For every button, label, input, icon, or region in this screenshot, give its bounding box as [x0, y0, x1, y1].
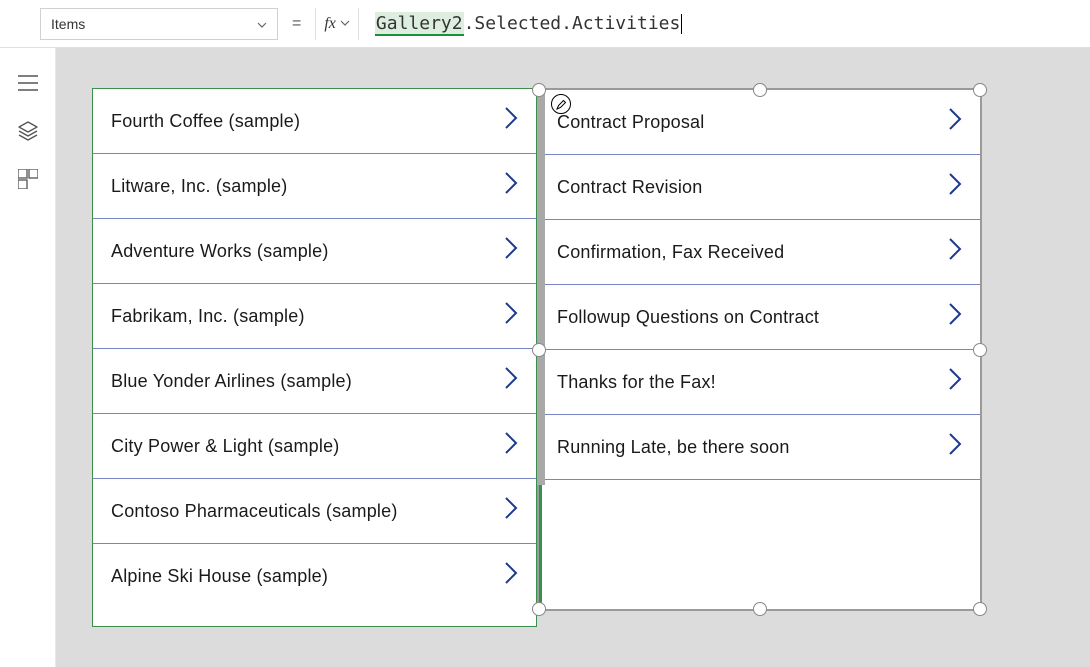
- formula-token: Gallery2: [375, 12, 464, 36]
- resize-handle[interactable]: [532, 83, 546, 97]
- chevron-right-icon[interactable]: [948, 107, 962, 138]
- chevron-right-icon[interactable]: [948, 367, 962, 398]
- chevron-right-icon[interactable]: [504, 561, 518, 592]
- resize-handle[interactable]: [753, 83, 767, 97]
- list-item[interactable]: Alpine Ski House (sample): [93, 544, 536, 609]
- chevron-right-icon[interactable]: [504, 431, 518, 462]
- list-item[interactable]: Contract Proposal: [539, 90, 980, 155]
- list-item-label: Confirmation, Fax Received: [557, 242, 784, 263]
- list-item[interactable]: Litware, Inc. (sample): [93, 154, 536, 219]
- text-caret: [681, 14, 682, 34]
- edit-pencil-icon[interactable]: [551, 94, 571, 114]
- chevron-right-icon[interactable]: [504, 106, 518, 137]
- resize-handle[interactable]: [973, 83, 987, 97]
- resize-handle[interactable]: [532, 343, 546, 357]
- list-item-label: Alpine Ski House (sample): [111, 566, 328, 587]
- list-item[interactable]: Contract Revision: [539, 155, 980, 220]
- hamburger-icon[interactable]: [17, 72, 39, 94]
- chevron-down-icon: [257, 17, 267, 31]
- resize-handle[interactable]: [973, 343, 987, 357]
- chevron-right-icon[interactable]: [948, 432, 962, 463]
- list-item-label: Litware, Inc. (sample): [111, 176, 287, 197]
- list-item-label: Adventure Works (sample): [111, 241, 329, 262]
- list-item-label: Fabrikam, Inc. (sample): [111, 306, 305, 327]
- resize-handle[interactable]: [753, 602, 767, 616]
- list-item[interactable]: Confirmation, Fax Received: [539, 220, 980, 285]
- list-item-label: Contract Revision: [557, 177, 702, 198]
- workspace: Fourth Coffee (sample) Litware, Inc. (sa…: [0, 48, 1090, 667]
- list-item[interactable]: Followup Questions on Contract: [539, 285, 980, 350]
- list-item[interactable]: Fourth Coffee (sample): [93, 89, 536, 154]
- grid-icon[interactable]: [17, 168, 39, 190]
- list-item[interactable]: Adventure Works (sample): [93, 219, 536, 284]
- chevron-right-icon[interactable]: [504, 301, 518, 332]
- formula-input[interactable]: Gallery2.Selected.Activities: [367, 8, 1050, 40]
- list-item[interactable]: Blue Yonder Airlines (sample): [93, 349, 536, 414]
- list-item-label: Fourth Coffee (sample): [111, 111, 300, 132]
- property-selector-value: Items: [51, 16, 85, 32]
- list-item[interactable]: City Power & Light (sample): [93, 414, 536, 479]
- resize-handle[interactable]: [973, 602, 987, 616]
- gallery-accounts[interactable]: Fourth Coffee (sample) Litware, Inc. (sa…: [92, 88, 537, 627]
- list-item[interactable]: Thanks for the Fax!: [539, 350, 980, 415]
- list-item-label: Followup Questions on Contract: [557, 307, 819, 328]
- list-item-label: Contoso Pharmaceuticals (sample): [111, 501, 398, 522]
- list-item[interactable]: Contoso Pharmaceuticals (sample): [93, 479, 536, 544]
- scrollbar-thumb[interactable]: [537, 90, 545, 485]
- list-item[interactable]: Fabrikam, Inc. (sample): [93, 284, 536, 349]
- chevron-right-icon[interactable]: [948, 237, 962, 268]
- gallery-activities[interactable]: Contract Proposal Contract Revision Conf…: [537, 88, 982, 611]
- layers-icon[interactable]: [17, 120, 39, 142]
- property-selector[interactable]: Items: [40, 8, 278, 40]
- list-item-label: City Power & Light (sample): [111, 436, 339, 457]
- fx-icon: fx: [324, 15, 336, 33]
- formula-rest: .Selected.Activities: [464, 13, 681, 34]
- equals-sign: =: [286, 15, 307, 33]
- chevron-right-icon[interactable]: [504, 236, 518, 267]
- fx-button[interactable]: fx: [315, 8, 359, 40]
- list-item-label: Blue Yonder Airlines (sample): [111, 371, 352, 392]
- list-item-label: Contract Proposal: [557, 112, 704, 133]
- left-rail: [0, 48, 56, 667]
- canvas[interactable]: Fourth Coffee (sample) Litware, Inc. (sa…: [56, 48, 1090, 667]
- resize-handle[interactable]: [532, 602, 546, 616]
- list-item-label: Running Late, be there soon: [557, 437, 790, 458]
- chevron-right-icon[interactable]: [948, 172, 962, 203]
- list-item-label: Thanks for the Fax!: [557, 372, 716, 393]
- chevron-down-icon: [340, 18, 350, 29]
- chevron-right-icon[interactable]: [504, 171, 518, 202]
- list-item[interactable]: Running Late, be there soon: [539, 415, 980, 480]
- formula-bar: Items = fx Gallery2.Selected.Activities: [0, 0, 1090, 48]
- chevron-right-icon[interactable]: [504, 496, 518, 527]
- chevron-right-icon[interactable]: [948, 302, 962, 333]
- chevron-right-icon[interactable]: [504, 366, 518, 397]
